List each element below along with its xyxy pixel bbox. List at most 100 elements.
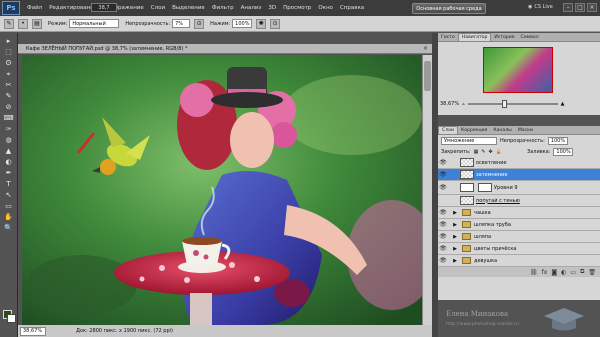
navigator-thumbnail[interactable]	[483, 47, 553, 93]
cs-live-button[interactable]: ◉ CS Live	[528, 4, 553, 10]
delete-layer-icon[interactable]: 🗑	[588, 269, 596, 276]
status-zoom-field[interactable]: 38,67%	[20, 326, 46, 336]
canvas-vertical-scrollbar[interactable]	[422, 55, 432, 325]
pressure-size-icon[interactable]: ⊙	[270, 18, 281, 29]
lock-transparency-icon[interactable]: ▦	[474, 149, 479, 155]
brush-tool-icon[interactable]: ⌨	[3, 113, 15, 123]
visibility-eye-icon[interactable]: 👁	[438, 233, 448, 240]
visibility-eye-icon[interactable]: 👁	[438, 184, 448, 191]
eraser-tool-icon[interactable]: ◍	[3, 135, 15, 145]
tab-navigator[interactable]: Навигатор	[457, 33, 492, 41]
adjustment-layer-icon[interactable]: ◐	[561, 269, 566, 276]
type-tool-icon[interactable]: T	[3, 179, 15, 189]
tab-adjustments[interactable]: Коррекция	[458, 126, 490, 134]
blend-mode-select[interactable]: Умножение	[441, 136, 497, 145]
marquee-tool-icon[interactable]: ⬚	[3, 47, 15, 57]
move-tool-icon[interactable]: ▸	[3, 36, 15, 46]
tab-layers[interactable]: Слои	[438, 126, 458, 134]
pressure-field[interactable]: 100%	[232, 19, 253, 28]
visibility-eye-icon[interactable]: 👁	[438, 171, 448, 178]
menu-window[interactable]: Окно	[318, 5, 333, 11]
tab-masks[interactable]: Маски	[515, 126, 536, 134]
menu-filter[interactable]: Фильтр	[212, 5, 234, 11]
mode-select[interactable]: Нормальный	[69, 19, 120, 28]
navigator-zoom-value[interactable]: 38,67%	[440, 101, 459, 107]
zoom-in-icon[interactable]: ▲	[561, 101, 565, 107]
airbrush-icon[interactable]: ✺	[256, 18, 267, 29]
new-group-icon[interactable]: ▭	[570, 269, 576, 276]
layer-row-selected[interactable]: 👁 затемнение	[438, 169, 600, 181]
menu-analysis[interactable]: Анализ	[241, 5, 262, 11]
document-info[interactable]: Док: 2800 пикс. x 1900 пикс. (72 ppi)	[76, 328, 173, 334]
layer-group-row[interactable]: 👁 ▶ цветы причёска	[438, 243, 600, 255]
healing-tool-icon[interactable]: ⊘	[3, 102, 15, 112]
zoom-tool-icon[interactable]: 🔍	[3, 223, 15, 233]
expand-arrow-icon[interactable]: ▶	[452, 246, 458, 252]
layer-opacity-field[interactable]: 100%	[547, 136, 568, 145]
close-button[interactable]: ×	[587, 3, 597, 12]
link-layers-icon[interactable]: ⛓	[530, 269, 538, 276]
scroll-thumb[interactable]	[424, 61, 431, 91]
pressure-opacity-icon[interactable]: ⊙	[194, 18, 205, 29]
zoom-combo[interactable]: 38,7	[91, 3, 117, 12]
zoom-out-icon[interactable]: ▵	[462, 101, 465, 107]
visibility-eye-icon[interactable]: 👁	[438, 257, 448, 264]
expand-arrow-icon[interactable]: ▶	[452, 210, 458, 216]
menu-select[interactable]: Выделение	[172, 5, 205, 11]
minimize-button[interactable]: –	[563, 3, 573, 12]
slider-knob[interactable]	[501, 100, 507, 108]
brush-size-icon[interactable]: •	[18, 18, 28, 29]
path-select-tool-icon[interactable]: ↖	[3, 190, 15, 200]
shape-tool-icon[interactable]: ▭	[3, 201, 15, 211]
add-mask-icon[interactable]: ◙	[551, 269, 557, 276]
dodge-tool-icon[interactable]: ◐	[3, 157, 15, 167]
tab-channels[interactable]: Каналы	[490, 126, 514, 134]
visibility-eye-icon[interactable]: 👁	[438, 209, 448, 216]
visibility-eye-icon[interactable]: 👁	[438, 159, 448, 166]
navigator-zoom-slider[interactable]	[467, 100, 558, 108]
gradient-tool-icon[interactable]: ▲	[3, 146, 15, 156]
layer-style-icon[interactable]: fx	[542, 269, 548, 276]
visibility-eye-icon[interactable]: 👁	[438, 221, 448, 228]
menu-edit[interactable]: Редактирование	[49, 5, 97, 11]
quick-select-tool-icon[interactable]: ⌖	[3, 69, 15, 79]
new-layer-icon[interactable]: ⧉	[580, 268, 584, 276]
crop-tool-icon[interactable]: ✂	[3, 80, 15, 90]
layer-row[interactable]: 👁 Уровни 9	[438, 181, 600, 195]
menu-layers[interactable]: Слои	[151, 5, 165, 11]
background-color-swatch[interactable]	[7, 314, 16, 323]
lock-all-icon[interactable]: 🔒	[496, 149, 502, 155]
brush-tool-icon[interactable]: ✎	[4, 18, 14, 29]
close-document-icon[interactable]: ×	[423, 45, 428, 52]
layer-row[interactable]: попугай с тенью	[438, 195, 600, 207]
document-tab[interactable]: Кафе ЗЕЛЁНЫЙ ПОПУГАЙ.psd @ 38,7% (затемн…	[18, 44, 432, 54]
fill-field[interactable]: 100%	[553, 147, 574, 156]
layer-group-row[interactable]: 👁 ▶ чашка	[438, 207, 600, 219]
expand-arrow-icon[interactable]: ▶	[452, 222, 458, 228]
tab-histogram[interactable]: Гисто	[438, 33, 458, 41]
layer-group-row[interactable]: 👁 ▶ девушка	[438, 255, 600, 267]
menu-view[interactable]: Просмотр	[283, 5, 311, 11]
pen-tool-icon[interactable]: ✒	[3, 168, 15, 178]
tab-history[interactable]: История	[491, 33, 517, 41]
tab-character[interactable]: Символ	[518, 33, 542, 41]
brush-panel-icon[interactable]: ▤	[32, 18, 42, 29]
menu-help[interactable]: Справка	[340, 5, 364, 11]
stamp-tool-icon[interactable]: ✑	[3, 124, 15, 134]
hand-tool-icon[interactable]: ✋	[3, 212, 15, 222]
lasso-tool-icon[interactable]: ʘ	[3, 58, 15, 68]
opacity-field[interactable]: 7%	[172, 19, 191, 28]
lock-position-icon[interactable]: ✥	[489, 149, 493, 155]
menu-3d[interactable]: 3D	[268, 5, 276, 11]
expand-arrow-icon[interactable]: ▶	[452, 234, 458, 240]
layer-group-row[interactable]: 👁 ▶ шляпа	[438, 231, 600, 243]
maximize-button[interactable]: □	[575, 3, 585, 12]
document-canvas[interactable]	[22, 55, 422, 325]
lock-pixels-icon[interactable]: ✎	[481, 149, 485, 155]
visibility-eye-icon[interactable]: 👁	[438, 245, 448, 252]
menu-file[interactable]: Файл	[27, 5, 42, 11]
workspace-button[interactable]: Основная рабочая среда	[412, 3, 486, 14]
eyedropper-tool-icon[interactable]: ✎	[3, 91, 15, 101]
layer-row[interactable]: 👁 осветление	[438, 157, 600, 169]
layer-group-row[interactable]: 👁 ▶ шляпка труба	[438, 219, 600, 231]
